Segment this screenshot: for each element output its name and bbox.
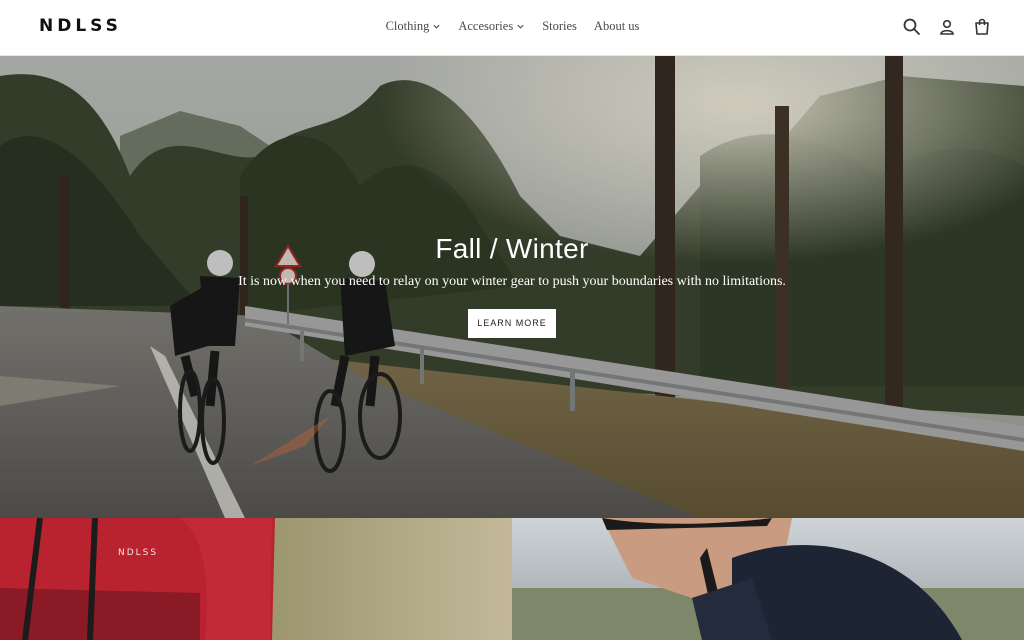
nav-item-label: Accesories (458, 19, 514, 33)
nav-item-label: Clothing (385, 19, 430, 33)
chevron-down-icon (433, 24, 440, 29)
search-icon[interactable] (902, 17, 922, 37)
cart-icon[interactable] (972, 17, 992, 37)
rider-image (512, 518, 1024, 640)
nav-item-about-us[interactable]: About us (594, 19, 640, 34)
hero-subtitle: It is now when you need to relay on your… (238, 274, 786, 289)
nav-item-clothing[interactable]: Clothing (386, 19, 442, 34)
account-icon[interactable] (937, 17, 957, 37)
collection-tile-jersey[interactable]: NDLSS (0, 518, 512, 640)
hero-banner: Fall / Winter It is now when you need to… (0, 56, 1024, 518)
hero-title: Fall / Winter (435, 233, 589, 264)
collection-tile-rider[interactable] (512, 518, 1024, 640)
nav-item-label: Stories (542, 19, 577, 33)
jersey-logo: NDLSS (118, 548, 159, 558)
nav-item-label: About us (593, 19, 640, 33)
header-actions (902, 17, 992, 37)
learn-more-button[interactable]: LEARN MORE (468, 309, 556, 338)
nav-item-accesories[interactable]: Accesories (458, 19, 525, 34)
site-header: NDLSS Clothing Accesories Stories About … (0, 0, 1024, 56)
chevron-down-icon (517, 24, 524, 29)
main-nav: Clothing Accesories Stories About us (0, 19, 1024, 34)
jersey-image (0, 518, 512, 640)
nav-item-stories[interactable]: Stories (542, 19, 577, 34)
hero-content: Fall / Winter It is now when you need to… (0, 233, 1024, 338)
